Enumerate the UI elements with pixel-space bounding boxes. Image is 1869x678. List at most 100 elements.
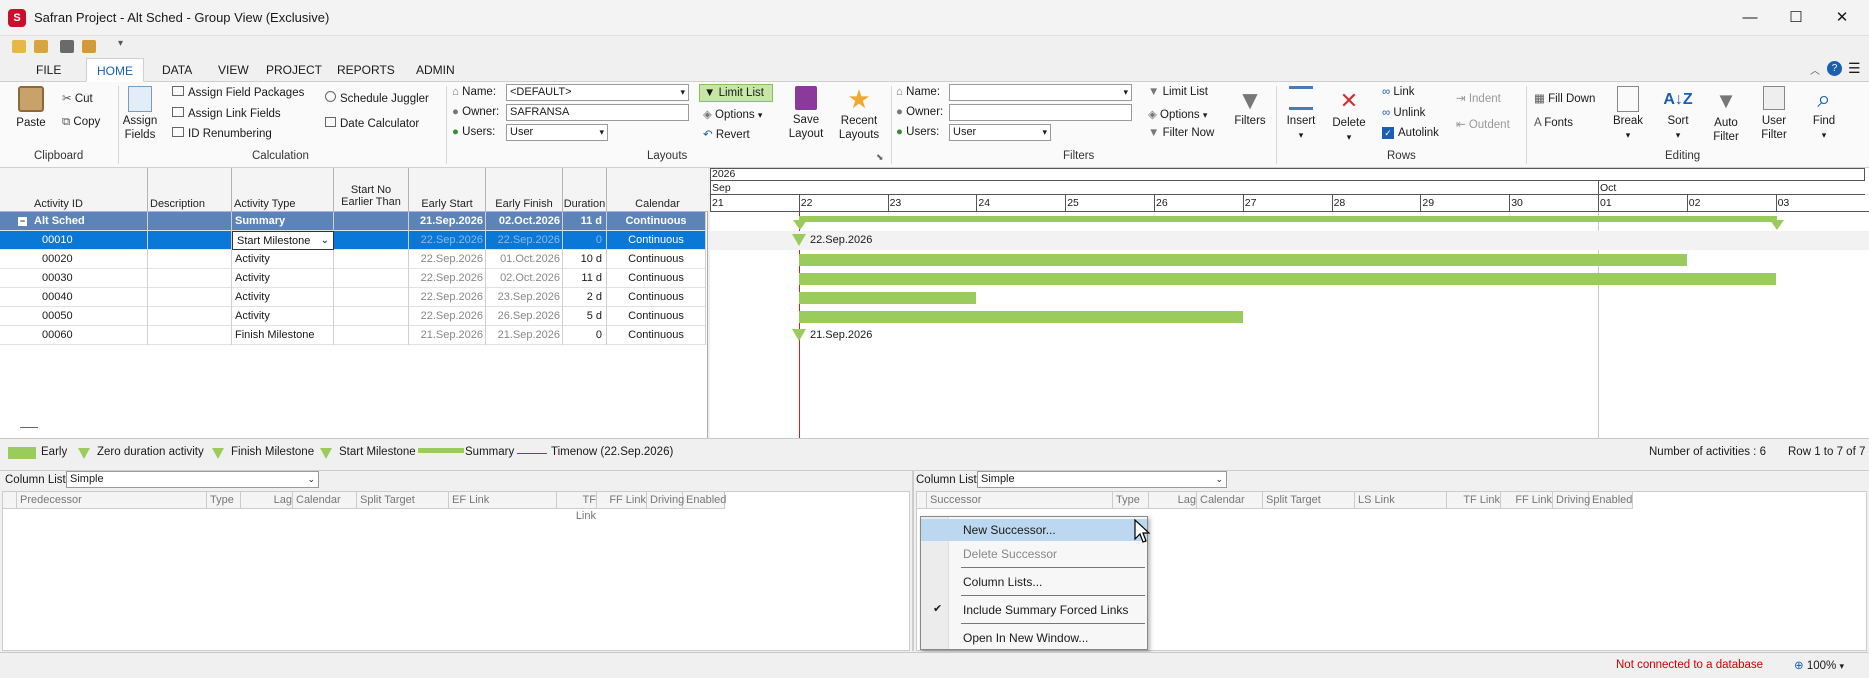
succ-header-ls-link[interactable]: LS Link [1355,492,1447,509]
succ-column-list-dropdown[interactable]: Simple ⌄ [977,471,1227,488]
pred-header-ef-link[interactable]: EF Link [449,492,557,509]
unlink-button[interactable]: ∞ Unlink [1382,107,1425,119]
help-icon[interactable]: ? [1827,61,1842,76]
qat-customize-icon[interactable]: ▾ [118,38,123,49]
pred-column-list-dropdown[interactable]: Simple ⌄ [66,471,319,488]
succ-header-successor[interactable]: Successor [927,492,1113,509]
collapse-ribbon-icon[interactable]: ︿ [1810,62,1820,77]
finish-milestone-marker[interactable] [792,329,806,341]
menu-item-column-lists[interactable]: Column Lists... [921,571,1147,593]
table-row[interactable]: 00010 Start Milestone ⌄ 22.Sep.2026 22.Se… [0,231,706,250]
layout-name-dropdown[interactable]: <DEFAULT> ▾ [506,84,689,101]
id-renumbering-button[interactable]: ID Renumbering [172,127,272,140]
activity-bar[interactable] [799,311,1243,323]
activity-bar[interactable] [799,292,976,304]
header-start-no-earlier[interactable]: Start No Earlier Than [334,168,409,212]
find-button[interactable]: ⌕ Find ▾ [1804,86,1844,142]
menu-item-new-successor[interactable]: New Successor... [921,519,1147,541]
menu-item-include-summary-forced-links[interactable]: Include Summary Forced Links [921,599,1147,621]
tab-reports[interactable]: REPORTS [327,58,405,82]
tab-home[interactable]: HOME [86,58,144,82]
menu-icon[interactable]: ☰ [1848,60,1861,77]
user-filter-button[interactable]: User Filter [1754,86,1794,142]
pred-header-driving[interactable]: Driving [647,492,684,509]
sort-button[interactable]: A↓Z Sort ▾ [1658,86,1698,142]
recent-layouts-button[interactable]: ★ Recent Layouts [832,86,886,142]
pred-header-tf-link[interactable]: TF Link [557,492,597,522]
splitter-handle[interactable] [20,427,38,428]
auto-filter-button[interactable]: ▼ Auto Filter [1706,86,1746,144]
header-description[interactable]: Description [148,168,232,212]
indent-button[interactable]: ⇥ Indent [1456,91,1501,105]
pred-header-split-target[interactable]: Split Target [357,492,449,509]
open-recent-icon[interactable] [34,40,48,53]
schedule-juggler-button[interactable]: Schedule Juggler [325,91,429,105]
paste-button[interactable]: Paste [12,86,50,130]
table-row[interactable]: 00020 Activity 22.Sep.2026 01.Oct.2026 1… [0,250,706,269]
activity-type-dropdown[interactable]: Start Milestone ⌄ [232,231,334,250]
assign-fields-button[interactable]: Assign Fields [120,86,160,142]
export-icon[interactable] [82,40,96,53]
break-button[interactable]: Break ▾ [1608,86,1648,142]
table-row[interactable]: 00060 Finish Milestone 21.Sep.2026 21.Se… [0,326,706,345]
pred-header-ff-link[interactable]: FF Link [597,492,647,509]
activity-bar[interactable] [799,254,1687,266]
assign-link-fields-button[interactable]: Assign Link Fields [172,107,281,120]
menu-item-delete-successor[interactable]: Delete Successor [921,543,1147,565]
layout-users-dropdown[interactable]: User ▾ [506,124,608,141]
succ-header-calendar[interactable]: Calendar [1197,492,1263,509]
menu-item-open-in-new-window[interactable]: Open In New Window... [921,627,1147,649]
filter-name-dropdown[interactable]: ▾ [949,84,1132,101]
fonts-button[interactable]: A Fonts [1534,117,1573,129]
delete-button[interactable]: ✕ Delete ▾ [1328,86,1370,144]
filters-options-button[interactable]: ◈ Options ▾ [1148,107,1207,121]
succ-header-tf-link[interactable]: TF Link [1447,492,1501,509]
cut-button[interactable]: ✂ Cut [62,91,93,105]
succ-header-enabled[interactable]: Enabled [1589,492,1633,509]
table-row[interactable]: 00050 Activity 22.Sep.2026 26.Sep.2026 5… [0,307,706,326]
vertical-splitter[interactable] [912,471,914,651]
minimize-button[interactable]: — [1727,0,1773,36]
header-early-start[interactable]: Early Start [409,168,486,212]
link-button[interactable]: ∞ Link [1382,86,1415,98]
revert-button[interactable]: ↶ Revert [703,127,750,141]
filter-now-button[interactable]: ▼ Filter Now [1148,127,1214,139]
header-duration[interactable]: Duration [563,168,607,212]
tab-admin[interactable]: ADMIN [406,58,465,82]
close-button[interactable]: ✕ [1819,0,1865,36]
fill-down-button[interactable]: ▦ Fill Down [1534,91,1595,105]
date-calculator-button[interactable]: Date Calculator [325,117,419,130]
header-activity-id[interactable]: Activity ID [32,168,148,212]
pred-header-calendar[interactable]: Calendar [293,492,357,509]
layout-owner-field[interactable]: SAFRANSA [506,104,689,121]
tab-file[interactable]: FILE [26,58,71,82]
start-milestone-marker[interactable] [792,234,806,246]
print-icon[interactable] [60,40,74,53]
header-early-finish[interactable]: Early Finish [486,168,563,212]
pred-header-type[interactable]: Type [207,492,241,509]
maximize-button[interactable]: ☐ [1773,0,1819,36]
filter-owner-field[interactable] [949,104,1132,121]
dialog-launcher-icon[interactable]: ⬊ [876,152,884,163]
assign-field-packages-button[interactable]: Assign Field Packages [172,86,304,99]
tab-data[interactable]: DATA [152,58,202,82]
pred-header-lag[interactable]: Lag [241,492,293,509]
collapse-toggle[interactable]: − [0,212,32,231]
open-folder-icon[interactable] [12,40,26,53]
succ-header-ff-link[interactable]: FF Link [1501,492,1553,509]
zoom-control[interactable]: ⊕ 100% ▾ [1794,658,1844,672]
filters-limit-list-button[interactable]: ▼ Limit List [1148,86,1208,98]
header-calendar[interactable]: Calendar [607,168,708,212]
succ-header-driving[interactable]: Driving [1553,492,1590,509]
layouts-limit-list-button[interactable]: ▼ Limit List [699,84,773,102]
filter-users-dropdown[interactable]: User ▾ [949,124,1051,141]
tab-view[interactable]: VIEW [208,58,259,82]
header-activity-type[interactable]: Activity Type [232,168,334,212]
succ-header-split-target[interactable]: Split Target [1263,492,1355,509]
filters-button[interactable]: ▼ Filters [1232,86,1268,128]
succ-header-lag[interactable]: Lag [1149,492,1197,509]
tab-project[interactable]: PROJECT [256,58,332,82]
summary-bar[interactable] [799,216,1777,222]
succ-header-type[interactable]: Type [1113,492,1149,509]
table-row[interactable]: 00030 Activity 22.Sep.2026 02.Oct.2026 1… [0,269,706,288]
